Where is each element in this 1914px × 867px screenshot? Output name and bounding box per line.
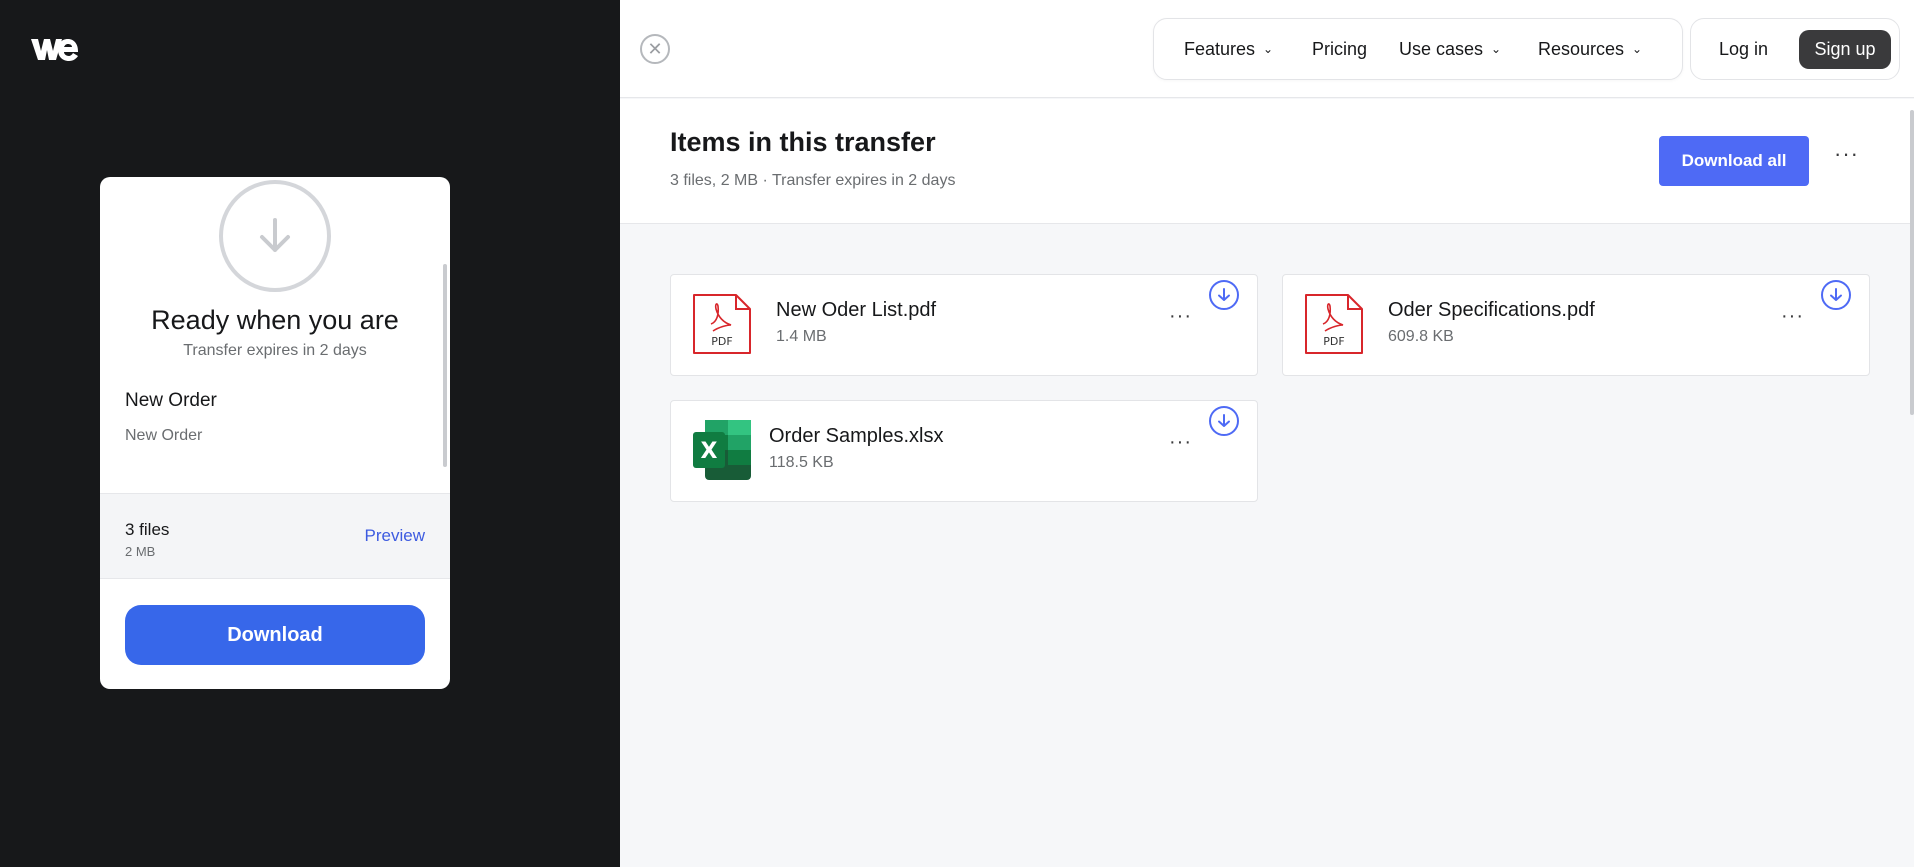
nav-use-cases-label: Use cases	[1399, 39, 1484, 59]
more-options-icon[interactable]: ···	[1834, 143, 1859, 165]
file-item[interactable]: X Order Samples.xlsx 118.5 KB ···	[670, 400, 1258, 502]
items-header: Items in this transfer 3 files, 2 MB · T…	[620, 99, 1914, 224]
pdf-file-icon: PDF	[691, 292, 753, 356]
auth-nav: Log in Sign up	[1690, 18, 1900, 80]
card-scroll-area: Ready when you are Transfer expires in 2…	[100, 177, 450, 493]
file-download-icon[interactable]	[1821, 280, 1851, 310]
files-count: 3 files	[125, 520, 170, 539]
nav-features-label: Features	[1184, 39, 1256, 59]
files-size: 2 MB	[125, 544, 156, 559]
file-name: New Oder List.pdf	[776, 299, 937, 321]
files-summary: 3 files 2 MB Preview	[100, 493, 450, 579]
file-size: 609.8 KB	[1388, 328, 1454, 345]
card-expiry: Transfer expires in 2 days	[183, 342, 367, 359]
file-item[interactable]: PDF New Oder List.pdf 1.4 MB ···	[670, 274, 1258, 376]
file-size: 1.4 MB	[776, 328, 827, 345]
pdf-label: PDF	[1323, 335, 1344, 348]
download-circle-icon	[219, 180, 331, 292]
items-title: Items in this transfer	[670, 127, 936, 157]
card-title: Ready when you are	[151, 305, 399, 335]
pdf-file-icon: PDF	[1303, 292, 1365, 356]
card-scrollbar[interactable]	[443, 264, 447, 467]
file-name: Order Samples.xlsx	[769, 425, 944, 447]
chevron-down-icon: ⌄	[1491, 42, 1502, 56]
file-name: Oder Specifications.pdf	[1388, 299, 1595, 321]
file-download-icon[interactable]	[1209, 280, 1239, 310]
left-panel: Ready when you are Transfer expires in 2…	[0, 0, 620, 867]
chevron-down-icon: ⌄	[1263, 42, 1274, 56]
nav-resources-label: Resources	[1538, 39, 1625, 59]
transfer-name: New Order	[125, 390, 217, 411]
transfer-message: New Order	[125, 427, 203, 444]
main-nav: Features ⌄ Pricing Use cases ⌄ Resources ⌄	[1153, 18, 1683, 80]
login-button[interactable]: Log in	[1719, 39, 1768, 60]
nav-resources[interactable]: Resources ⌄	[1538, 39, 1642, 60]
file-more-icon[interactable]: ···	[1781, 305, 1804, 328]
file-download-icon[interactable]	[1209, 406, 1239, 436]
signup-button[interactable]: Sign up	[1799, 30, 1891, 69]
file-size: 118.5 KB	[769, 454, 834, 471]
file-more-icon[interactable]: ···	[1169, 431, 1192, 454]
download-all-button[interactable]: Download all	[1659, 136, 1809, 186]
wetransfer-logo[interactable]	[30, 36, 80, 62]
top-bar: ✕ Features ⌄ Pricing Use cases ⌄ Resources…	[620, 0, 1914, 98]
excel-label: X	[701, 439, 718, 464]
nav-use-cases[interactable]: Use cases ⌄	[1399, 39, 1501, 60]
chevron-down-icon: ⌄	[1632, 42, 1643, 56]
nav-pricing[interactable]: Pricing	[1312, 39, 1367, 60]
items-meta: 3 files, 2 MB · Transfer expires in 2 da…	[670, 172, 956, 189]
preview-link[interactable]: Preview	[365, 526, 425, 546]
pdf-label: PDF	[711, 335, 732, 348]
file-more-icon[interactable]: ···	[1169, 305, 1192, 328]
file-item[interactable]: PDF Oder Specifications.pdf 609.8 KB ···	[1282, 274, 1870, 376]
download-button[interactable]: Download	[125, 605, 425, 665]
right-panel: ✕ Features ⌄ Pricing Use cases ⌄ Resources…	[620, 0, 1914, 867]
close-icon[interactable]: ✕	[640, 34, 670, 64]
nav-features[interactable]: Features ⌄	[1184, 39, 1273, 60]
page-scrollbar[interactable]	[1910, 110, 1914, 415]
excel-file-icon: X	[691, 418, 753, 482]
transfer-card: Ready when you are Transfer expires in 2…	[100, 177, 450, 689]
